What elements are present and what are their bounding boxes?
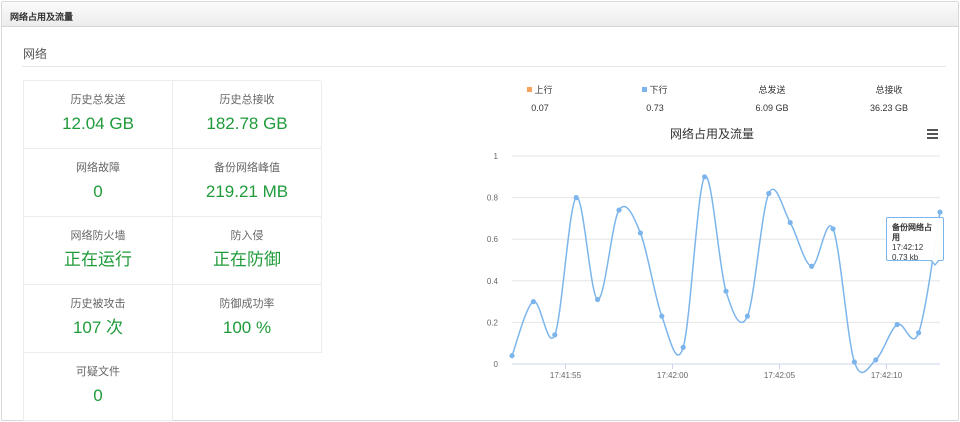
y-tick-label: 0.6 [487, 235, 499, 244]
data-point [873, 357, 879, 363]
y-tick-label: 0.8 [487, 194, 499, 203]
summary-total-send: 总发送 6.09 GB [727, 84, 817, 114]
data-point [744, 313, 750, 319]
y-tick-label: 1 [494, 152, 499, 161]
data-point [894, 321, 900, 328]
data-point [680, 344, 686, 350]
y-tick-label: 0.2 [487, 318, 499, 327]
download-value: 0.73 [646, 103, 664, 113]
tooltip-title: 备份网络占用 [892, 223, 932, 242]
stat-empty-cell [173, 353, 322, 421]
stats-grid: 历史总发送 12.04 GB 历史总接收 182.78 GB 网络故障 0 备份… [23, 80, 322, 421]
hamburger-menu-icon[interactable] [927, 129, 939, 139]
total-send-value: 6.09 GB [755, 103, 789, 113]
data-point [702, 174, 708, 180]
y-tick-label: 0.4 [487, 277, 499, 286]
series-line [511, 175, 941, 374]
stat-value: 182.78 GB [206, 114, 288, 133]
stat-backup-peak: 备份网络峰值 219.21 MB [173, 149, 322, 217]
data-point [937, 209, 943, 215]
stat-label: 历史总发送 [70, 94, 126, 106]
x-tick-label: 17:42:00 [657, 371, 689, 380]
data-point [809, 263, 815, 269]
data-point [723, 288, 729, 294]
x-tick-label: 17:42:05 [764, 371, 796, 380]
x-tick-label: 17:42:10 [871, 371, 903, 380]
upload-label: 上行 [534, 85, 553, 95]
data-point [916, 330, 922, 336]
stat-label: 防入侵 [230, 230, 264, 242]
legend-download[interactable]: 下行 0.73 [610, 84, 700, 114]
stat-defense-rate: 防御成功率 100 % [173, 285, 322, 353]
data-point [787, 219, 793, 226]
section-title: 网络 [23, 47, 48, 61]
stat-value: 12.04 GB [62, 114, 134, 133]
data-point [637, 230, 643, 236]
stat-suspicious-files: 可疑文件 0 [24, 353, 173, 421]
total-recv-label: 总接收 [875, 85, 903, 95]
stat-value: 正在运行 [64, 250, 132, 269]
chart-title: 网络占用及流量 [669, 127, 754, 141]
tooltip-time: 17:42:12 [892, 243, 924, 252]
stat-total-received: 历史总接收 182.78 GB [173, 81, 322, 149]
summary-total-recv: 总接收 36.23 GB [844, 84, 934, 114]
x-tick-label: 17:41:55 [550, 371, 582, 380]
stat-label: 防御成功率 [219, 298, 275, 310]
stat-label: 可疑文件 [76, 366, 120, 378]
stat-value: 100 % [222, 318, 272, 337]
total-recv-value: 36.23 GB [869, 103, 909, 113]
legend-upload[interactable]: 上行 0.07 [495, 84, 585, 114]
stat-firewall: 网络防火墙 正在运行 [24, 217, 173, 285]
stat-attacks: 历史被攻击 107 次 [24, 285, 173, 353]
data-point [509, 353, 515, 359]
tooltip-arrow [930, 259, 940, 266]
data-point [573, 195, 579, 201]
stat-label: 历史被攻击 [70, 298, 126, 310]
stat-label: 网络防火墙 [70, 230, 126, 242]
line-chart: 0 0.2 0.4 0.6 0.8 1 17:41:55 17:42:00 17:42:05 17… [487, 152, 943, 380]
data-point [659, 313, 665, 319]
stat-label: 备份网络峰值 [214, 162, 280, 174]
download-label: 下行 [649, 85, 668, 95]
data-point [595, 296, 601, 303]
upload-value: 0.07 [531, 103, 549, 113]
stat-label: 历史总接收 [219, 94, 275, 106]
y-tick-label: 0 [494, 360, 499, 369]
download-swatch [642, 87, 648, 92]
stat-label: 网络故障 [76, 162, 120, 174]
data-point [616, 207, 622, 213]
section-divider [22, 66, 946, 67]
stat-value: 219.21 MB [205, 182, 289, 201]
stat-network-faults: 网络故障 0 [24, 149, 173, 217]
window-titlebar: 网络占用及流量 [2, 2, 958, 27]
data-point [530, 299, 536, 305]
data-point [552, 332, 558, 338]
window-title: 网络占用及流量 [10, 12, 74, 22]
stat-value: 正在防御 [213, 250, 281, 269]
data-point [830, 226, 836, 232]
upload-swatch [527, 87, 533, 92]
stat-intrusion-prevention: 防入侵 正在防御 [173, 217, 322, 285]
stat-total-sent: 历史总发送 12.04 GB [24, 81, 173, 149]
data-point [851, 359, 857, 365]
data-point [766, 190, 772, 197]
stat-value: 0 [93, 182, 103, 201]
stat-value: 107 次 [72, 318, 124, 337]
stat-value: 0 [93, 386, 103, 405]
chart-tooltip: 备份网络占用 17:42:12 0.73 kb [886, 217, 944, 262]
total-send-label: 总发送 [758, 85, 786, 95]
